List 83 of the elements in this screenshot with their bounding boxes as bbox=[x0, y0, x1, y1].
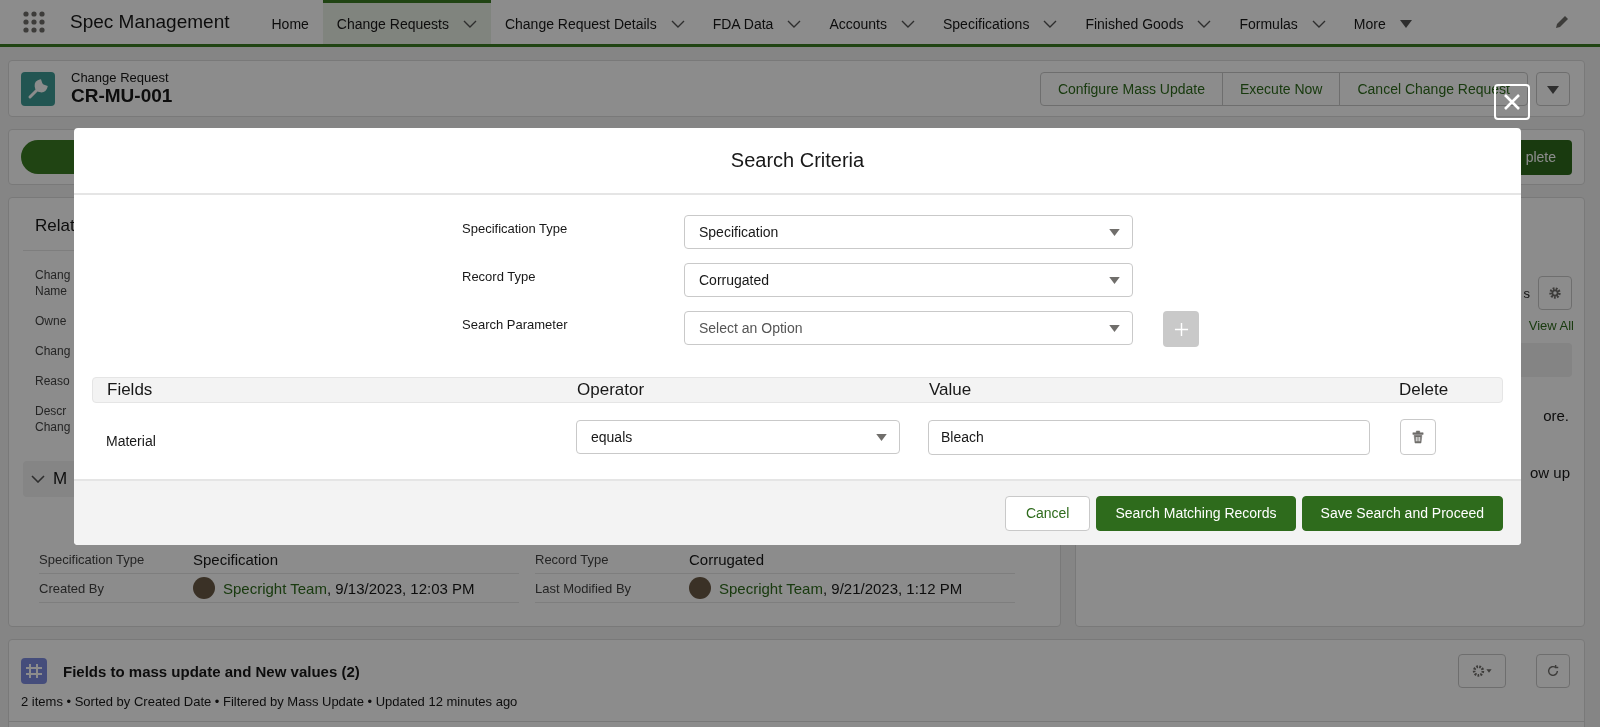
caret-down-icon[interactable] bbox=[1109, 228, 1120, 236]
list-meta-text: 2 items • Sorted by Created Date • Filtered by Mass Update • Updated 12 minutes ago bbox=[21, 694, 519, 709]
delete-button[interactable] bbox=[1400, 419, 1436, 455]
field-label: Chang bbox=[35, 419, 71, 435]
nav-tab[interactable]: Change Requests bbox=[322, 0, 491, 44]
column-header: Operator bbox=[576, 380, 646, 400]
dialog-button[interactable]: Search Matching Records bbox=[1096, 495, 1296, 531]
caret-down-icon[interactable] bbox=[1399, 19, 1412, 28]
related-list-title: Fields to mass update and New values (2) bbox=[63, 662, 360, 680]
operator-select[interactable]: equals bbox=[576, 420, 900, 454]
grid-icon bbox=[21, 658, 47, 684]
field-label: Specification Type bbox=[462, 220, 569, 238]
field-label: Reaso bbox=[35, 373, 70, 389]
field-label: Chang bbox=[35, 267, 71, 283]
dialog-button[interactable]: Cancel bbox=[1004, 495, 1091, 531]
action-button[interactable]: Execute Now bbox=[1221, 71, 1341, 106]
view-all-link[interactable]: View All bbox=[1528, 318, 1574, 333]
value-input[interactable]: Bleach bbox=[928, 419, 1370, 455]
object-label: Change Request bbox=[71, 70, 170, 85]
table-cell-text: Material bbox=[105, 432, 157, 449]
nav-tab[interactable]: FDA Data bbox=[698, 0, 816, 44]
avatar bbox=[689, 577, 711, 599]
user-link[interactable]: Specright Team bbox=[223, 579, 327, 597]
field-label: Created By bbox=[39, 580, 106, 596]
settings-button[interactable] bbox=[1458, 654, 1506, 688]
wrench-icon bbox=[21, 71, 55, 106]
chevron-down-icon[interactable] bbox=[1197, 19, 1212, 28]
field-label: Owne bbox=[35, 313, 67, 329]
column-header: Delete bbox=[1398, 380, 1450, 400]
caret-down-icon[interactable] bbox=[1547, 85, 1559, 94]
caret-down-icon[interactable] bbox=[1109, 276, 1120, 284]
settings-button[interactable] bbox=[1538, 276, 1572, 310]
field-label: Descr bbox=[35, 403, 67, 419]
chevron-down-icon[interactable] bbox=[1311, 19, 1326, 28]
chevron-down-icon[interactable] bbox=[31, 475, 45, 483]
field-label: Record Type bbox=[535, 551, 610, 567]
nav-tab[interactable]: Specifications bbox=[929, 0, 1072, 44]
field-label: Search Parameter bbox=[462, 316, 569, 334]
date-text: , 9/21/2023, 1:12 PM bbox=[822, 579, 963, 597]
chevron-down-icon[interactable] bbox=[670, 19, 685, 28]
gear-icon[interactable] bbox=[1548, 286, 1562, 300]
app-launcher-icon[interactable] bbox=[22, 10, 46, 34]
app-name: Spec Management bbox=[70, 11, 230, 33]
pencil-icon[interactable] bbox=[1554, 14, 1570, 30]
user-link[interactable]: Specright Team bbox=[719, 579, 823, 597]
nav-tab[interactable]: Home bbox=[257, 0, 323, 44]
chevron-down-icon[interactable] bbox=[901, 19, 915, 28]
refresh-button[interactable] bbox=[1536, 654, 1570, 688]
dialog-button[interactable]: Save Search and Proceed bbox=[1301, 495, 1503, 531]
body-text: ore. bbox=[1543, 407, 1569, 424]
chevron-down-icon[interactable] bbox=[1043, 19, 1058, 28]
chevron-down-icon[interactable] bbox=[462, 19, 477, 28]
caret-down-icon[interactable] bbox=[1109, 324, 1120, 332]
field-value: Corrugated bbox=[689, 550, 765, 568]
field-label: Name bbox=[35, 283, 67, 299]
nav-tab[interactable]: Formulas bbox=[1225, 0, 1340, 44]
refresh-icon[interactable] bbox=[1546, 664, 1560, 678]
field-label: Last Modified By bbox=[535, 580, 633, 596]
column-header: Fields bbox=[106, 380, 154, 400]
body-text: ow up bbox=[1529, 464, 1570, 481]
field-label: Record Type bbox=[462, 268, 537, 286]
more-actions-button[interactable] bbox=[1536, 71, 1570, 106]
nav-tab[interactable]: Change Request Details bbox=[490, 0, 699, 44]
chevron-down-icon[interactable] bbox=[787, 19, 802, 28]
caret-down-icon[interactable] bbox=[876, 433, 887, 441]
card-title: s bbox=[1523, 285, 1530, 301]
date-text: , 9/13/2023, 12:03 PM bbox=[326, 579, 475, 597]
field-value: Specification bbox=[193, 550, 279, 568]
select-field[interactable]: Specification bbox=[684, 215, 1133, 249]
select-field[interactable]: Corrugated bbox=[684, 263, 1133, 297]
gear-icon[interactable] bbox=[1470, 664, 1494, 678]
nav-tab[interactable]: Accounts bbox=[815, 0, 929, 44]
avatar bbox=[193, 577, 215, 599]
field-label: Specification Type bbox=[39, 551, 146, 567]
field-label: Chang bbox=[35, 343, 71, 359]
trash-icon[interactable] bbox=[1412, 430, 1424, 444]
nav-tab[interactable]: Finished Goods bbox=[1071, 0, 1226, 44]
dialog-title: Search Criteria bbox=[730, 149, 865, 172]
nav-tab[interactable]: More bbox=[1339, 0, 1426, 44]
select-field[interactable]: Select an Option bbox=[684, 311, 1133, 345]
column-header: Value bbox=[928, 380, 973, 400]
action-button[interactable]: Configure Mass Update bbox=[1039, 71, 1223, 106]
record-name: CR-MU-001 bbox=[71, 85, 173, 107]
